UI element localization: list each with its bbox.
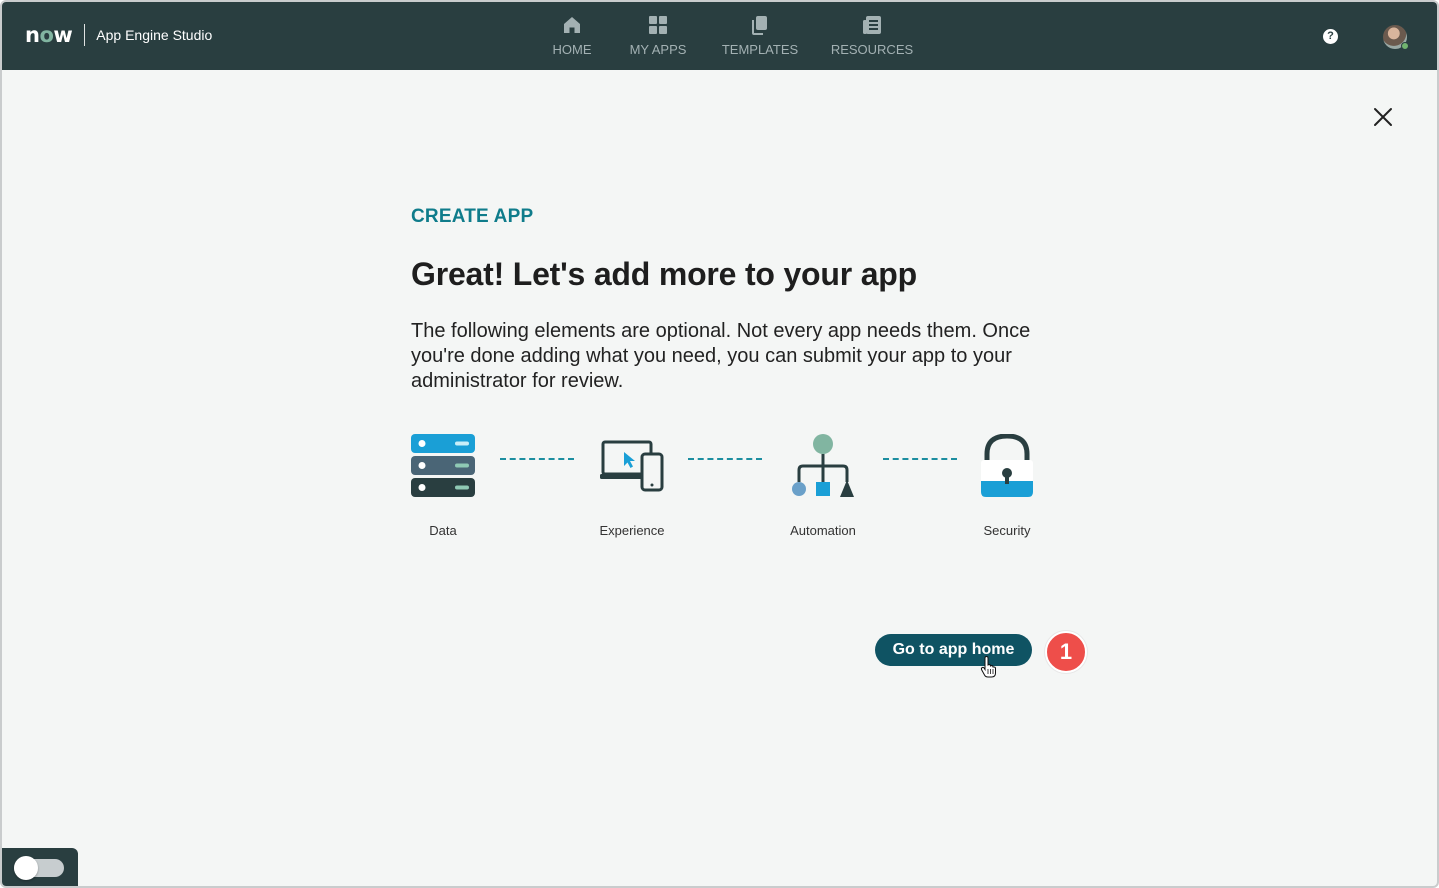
lock-icon xyxy=(981,434,1033,497)
optional-elements-steps: Data Experience Automation Security xyxy=(411,434,1051,544)
step-security: Security xyxy=(975,434,1039,538)
main-nav: HOME MY APPS TEMPLATES RESOURCES xyxy=(2,14,1437,64)
top-navigation-bar: now App Engine Studio HOME MY APPS TEMPL… xyxy=(2,2,1437,70)
step-connector xyxy=(883,458,957,460)
step-automation: Automation xyxy=(785,434,861,538)
document-icon xyxy=(863,16,881,34)
nav-templates-label: TEMPLATES xyxy=(721,42,799,57)
nav-home[interactable]: HOME xyxy=(551,14,593,57)
step-connector xyxy=(688,458,762,460)
step-number-badge: 1 xyxy=(1045,631,1087,673)
step-label: Automation xyxy=(790,523,856,538)
nav-templates[interactable]: TEMPLATES xyxy=(720,14,800,57)
app-window: now App Engine Studio HOME MY APPS TEMPL… xyxy=(0,0,1439,888)
step-label: Experience xyxy=(599,523,665,538)
section-eyebrow: CREATE APP xyxy=(411,206,534,227)
page-title: Great! Let's add more to your app xyxy=(411,256,917,292)
create-app-panel: CREATE APP Great! Let's add more to your… xyxy=(411,206,1051,394)
close-icon[interactable] xyxy=(1372,106,1394,128)
nav-resources-label: RESOURCES xyxy=(830,42,914,57)
nav-home-label: HOME xyxy=(552,42,592,57)
bottom-toggle-panel xyxy=(2,848,78,886)
hand-cursor-icon xyxy=(980,656,996,678)
step-label: Security xyxy=(983,523,1031,538)
devices-icon xyxy=(600,440,664,492)
database-icon xyxy=(411,434,475,497)
step-experience: Experience xyxy=(597,434,667,538)
nav-my-apps[interactable]: MY APPS xyxy=(626,14,690,57)
go-to-app-home-button[interactable]: Go to app home xyxy=(875,634,1032,666)
step-connector xyxy=(500,458,574,460)
flow-icon xyxy=(792,434,854,497)
step-data: Data xyxy=(411,434,475,538)
step-label: Data xyxy=(429,523,457,538)
home-icon xyxy=(564,17,580,33)
toggle-switch[interactable] xyxy=(14,856,64,880)
nav-resources[interactable]: RESOURCES xyxy=(830,14,914,57)
presence-status-dot xyxy=(1401,42,1409,50)
description-text: The following elements are optional. Not… xyxy=(411,320,1031,392)
toggle-knob xyxy=(14,856,38,880)
help-icon[interactable]: ? xyxy=(1323,29,1338,44)
grid-icon xyxy=(649,16,667,34)
nav-my-apps-label: MY APPS xyxy=(629,42,687,57)
copy-icon xyxy=(752,16,767,35)
